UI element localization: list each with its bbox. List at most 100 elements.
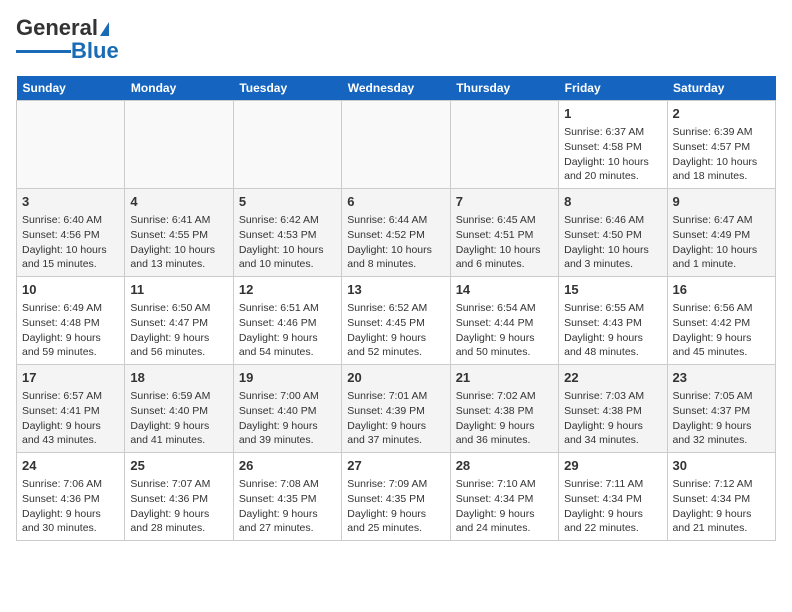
day-number: 6 <box>347 193 444 211</box>
day-number: 20 <box>347 369 444 387</box>
header-saturday: Saturday <box>667 76 775 101</box>
day-number: 27 <box>347 457 444 475</box>
page-header: General Blue <box>16 16 776 64</box>
day-number: 4 <box>130 193 227 211</box>
day-info: Sunrise: 7:11 AM Sunset: 4:34 PM Dayligh… <box>564 477 661 536</box>
calendar-cell: 28 Sunrise: 7:10 AM Sunset: 4:34 PM Dayli… <box>450 452 558 540</box>
header-friday: Friday <box>559 76 667 101</box>
calendar-cell: 19Sunrise: 7:00 AM Sunset: 4:40 PM Dayli… <box>233 365 341 453</box>
day-info: Sunrise: 6:50 AM Sunset: 4:47 PM Dayligh… <box>130 301 227 360</box>
header-monday: Monday <box>125 76 233 101</box>
day-number: 26 <box>239 457 336 475</box>
day-info: Sunrise: 6:41 AM Sunset: 4:55 PM Dayligh… <box>130 213 227 272</box>
day-number: 18 <box>130 369 227 387</box>
day-info: Sunrise: 6:46 AM Sunset: 4:50 PM Dayligh… <box>564 213 661 272</box>
day-info: Sunrise: 7:08 AM Sunset: 4:35 PM Dayligh… <box>239 477 336 536</box>
day-number: 12 <box>239 281 336 299</box>
day-info: Sunrise: 7:01 AM Sunset: 4:39 PM Dayligh… <box>347 389 444 448</box>
calendar-cell: 7Sunrise: 6:45 AM Sunset: 4:51 PM Daylig… <box>450 189 558 277</box>
calendar-table: SundayMondayTuesdayWednesdayThursdayFrid… <box>16 76 776 541</box>
day-number: 25 <box>130 457 227 475</box>
calendar-header-row: SundayMondayTuesdayWednesdayThursdayFrid… <box>17 76 776 101</box>
week-row-3: 10 Sunrise: 6:49 AM Sunset: 4:48 PM Dayli… <box>17 277 776 365</box>
day-info: Sunrise: 6:44 AM Sunset: 4:52 PM Dayligh… <box>347 213 444 272</box>
day-number: 9 <box>673 193 770 211</box>
calendar-cell: 9 Sunrise: 6:47 AM Sunset: 4:49 PM Daylig… <box>667 189 775 277</box>
logo-blue: Blue <box>71 38 119 64</box>
calendar-cell <box>17 101 125 189</box>
day-number: 16 <box>673 281 770 299</box>
day-number: 10 <box>22 281 119 299</box>
day-number: 5 <box>239 193 336 211</box>
calendar-cell: 18 Sunrise: 6:59 AM Sunset: 4:40 PM Dayli… <box>125 365 233 453</box>
calendar-cell: 2 Sunrise: 6:39 AM Sunset: 4:57 PM Daylig… <box>667 101 775 189</box>
day-info: Sunrise: 7:03 AM Sunset: 4:38 PM Dayligh… <box>564 389 661 448</box>
calendar-cell: 27 Sunrise: 7:09 AM Sunset: 4:35 PM Dayli… <box>342 452 450 540</box>
day-number: 11 <box>130 281 227 299</box>
week-row-2: 3Sunrise: 6:40 AM Sunset: 4:56 PM Daylig… <box>17 189 776 277</box>
day-number: 14 <box>456 281 553 299</box>
day-info: Sunrise: 6:59 AM Sunset: 4:40 PM Dayligh… <box>130 389 227 448</box>
day-info: Sunrise: 6:57 AM Sunset: 4:41 PM Dayligh… <box>22 389 119 448</box>
logo-text: General <box>16 16 109 40</box>
day-number: 17 <box>22 369 119 387</box>
day-number: 1 <box>564 105 661 123</box>
day-info: Sunrise: 6:56 AM Sunset: 4:42 PM Dayligh… <box>673 301 770 360</box>
day-info: Sunrise: 6:39 AM Sunset: 4:57 PM Dayligh… <box>673 125 770 184</box>
day-number: 22 <box>564 369 661 387</box>
calendar-cell: 1Sunrise: 6:37 AM Sunset: 4:58 PM Daylig… <box>559 101 667 189</box>
calendar-cell: 8 Sunrise: 6:46 AM Sunset: 4:50 PM Daylig… <box>559 189 667 277</box>
day-info: Sunrise: 7:02 AM Sunset: 4:38 PM Dayligh… <box>456 389 553 448</box>
day-info: Sunrise: 7:00 AM Sunset: 4:40 PM Dayligh… <box>239 389 336 448</box>
calendar-cell: 17 Sunrise: 6:57 AM Sunset: 4:41 PM Dayli… <box>17 365 125 453</box>
day-number: 28 <box>456 457 553 475</box>
calendar-cell: 22 Sunrise: 7:03 AM Sunset: 4:38 PM Dayli… <box>559 365 667 453</box>
header-sunday: Sunday <box>17 76 125 101</box>
day-number: 29 <box>564 457 661 475</box>
calendar-cell <box>125 101 233 189</box>
day-number: 7 <box>456 193 553 211</box>
day-info: Sunrise: 6:49 AM Sunset: 4:48 PM Dayligh… <box>22 301 119 360</box>
header-thursday: Thursday <box>450 76 558 101</box>
day-info: Sunrise: 6:42 AM Sunset: 4:53 PM Dayligh… <box>239 213 336 272</box>
week-row-1: 1Sunrise: 6:37 AM Sunset: 4:58 PM Daylig… <box>17 101 776 189</box>
day-info: Sunrise: 6:51 AM Sunset: 4:46 PM Dayligh… <box>239 301 336 360</box>
calendar-cell: 16 Sunrise: 6:56 AM Sunset: 4:42 PM Dayli… <box>667 277 775 365</box>
day-info: Sunrise: 7:09 AM Sunset: 4:35 PM Dayligh… <box>347 477 444 536</box>
day-info: Sunrise: 7:07 AM Sunset: 4:36 PM Dayligh… <box>130 477 227 536</box>
logo: General Blue <box>16 16 119 64</box>
calendar-cell: 23 Sunrise: 7:05 AM Sunset: 4:37 PM Dayli… <box>667 365 775 453</box>
calendar-cell: 3Sunrise: 6:40 AM Sunset: 4:56 PM Daylig… <box>17 189 125 277</box>
calendar-cell <box>450 101 558 189</box>
calendar-cell: 30Sunrise: 7:12 AM Sunset: 4:34 PM Dayli… <box>667 452 775 540</box>
day-info: Sunrise: 6:47 AM Sunset: 4:49 PM Dayligh… <box>673 213 770 272</box>
day-number: 21 <box>456 369 553 387</box>
day-info: Sunrise: 7:10 AM Sunset: 4:34 PM Dayligh… <box>456 477 553 536</box>
calendar-cell: 11 Sunrise: 6:50 AM Sunset: 4:47 PM Dayli… <box>125 277 233 365</box>
day-number: 30 <box>673 457 770 475</box>
header-tuesday: Tuesday <box>233 76 341 101</box>
calendar-cell: 13 Sunrise: 6:52 AM Sunset: 4:45 PM Dayli… <box>342 277 450 365</box>
calendar-cell: 15Sunrise: 6:55 AM Sunset: 4:43 PM Dayli… <box>559 277 667 365</box>
day-info: Sunrise: 7:05 AM Sunset: 4:37 PM Dayligh… <box>673 389 770 448</box>
day-info: Sunrise: 6:52 AM Sunset: 4:45 PM Dayligh… <box>347 301 444 360</box>
day-number: 13 <box>347 281 444 299</box>
week-row-4: 17 Sunrise: 6:57 AM Sunset: 4:41 PM Dayli… <box>17 365 776 453</box>
calendar-cell: 26 Sunrise: 7:08 AM Sunset: 4:35 PM Dayli… <box>233 452 341 540</box>
day-number: 3 <box>22 193 119 211</box>
calendar-cell: 14 Sunrise: 6:54 AM Sunset: 4:44 PM Dayli… <box>450 277 558 365</box>
day-number: 24 <box>22 457 119 475</box>
calendar-cell: 29 Sunrise: 7:11 AM Sunset: 4:34 PM Dayli… <box>559 452 667 540</box>
week-row-5: 24 Sunrise: 7:06 AM Sunset: 4:36 PM Dayli… <box>17 452 776 540</box>
calendar-cell: 4 Sunrise: 6:41 AM Sunset: 4:55 PM Daylig… <box>125 189 233 277</box>
day-number: 15 <box>564 281 661 299</box>
calendar-cell: 12 Sunrise: 6:51 AM Sunset: 4:46 PM Dayli… <box>233 277 341 365</box>
day-info: Sunrise: 7:06 AM Sunset: 4:36 PM Dayligh… <box>22 477 119 536</box>
calendar-cell <box>233 101 341 189</box>
calendar-cell: 21 Sunrise: 7:02 AM Sunset: 4:38 PM Dayli… <box>450 365 558 453</box>
day-info: Sunrise: 6:54 AM Sunset: 4:44 PM Dayligh… <box>456 301 553 360</box>
day-number: 8 <box>564 193 661 211</box>
header-wednesday: Wednesday <box>342 76 450 101</box>
day-number: 2 <box>673 105 770 123</box>
day-number: 23 <box>673 369 770 387</box>
